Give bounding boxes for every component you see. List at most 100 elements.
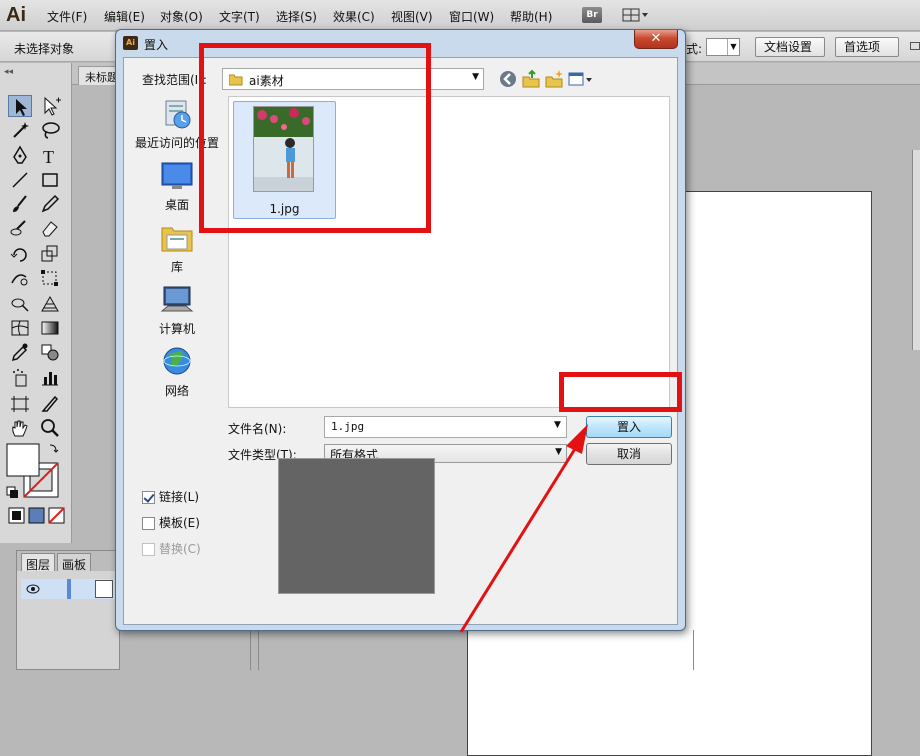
network-globe-icon <box>163 347 191 375</box>
free-transform-tool[interactable] <box>38 267 62 289</box>
magic-wand-tool[interactable] <box>8 119 32 141</box>
link-checkbox[interactable] <box>142 491 155 504</box>
place-computer[interactable]: 计算机 <box>130 284 224 342</box>
layer-thumbnail <box>95 580 113 598</box>
direct-arrow-icon <box>44 96 61 116</box>
link-label: 链接(L) <box>159 490 200 504</box>
warp-tool[interactable] <box>8 267 32 289</box>
tab-artboards[interactable]: 画板 <box>57 553 92 572</box>
selection-status: 未选择对象 <box>14 42 75 56</box>
place-network[interactable]: 网络 <box>130 346 224 404</box>
perspective-grid-tool[interactable] <box>38 293 62 315</box>
computer-icon <box>160 286 194 312</box>
gradient-icon <box>41 321 59 335</box>
blob-brush-tool[interactable] <box>8 217 32 239</box>
eyedropper-tool[interactable] <box>8 341 32 363</box>
menu-view[interactable]: 视图(V) <box>391 8 433 25</box>
document-setup-button[interactable]: 文档设置 <box>755 37 825 57</box>
preferences-button[interactable]: 首选项 <box>835 37 899 57</box>
fill-stroke-icon <box>6 443 59 498</box>
chevron-down-icon: ▼ <box>727 39 739 55</box>
pencil-tool[interactable] <box>38 193 62 215</box>
chevron-down-icon: ▼ <box>555 447 562 457</box>
column-graph-tool[interactable] <box>38 367 62 389</box>
zoom-tool[interactable] <box>38 417 62 439</box>
rectangle-tool[interactable] <box>38 169 62 191</box>
mesh-icon <box>11 320 29 336</box>
color-mode-buttons[interactable] <box>8 507 68 525</box>
highlight-box-file <box>199 43 431 233</box>
slice-tool[interactable] <box>38 393 62 415</box>
scale-tool[interactable] <box>38 243 62 265</box>
panel-collapse-icon[interactable]: ◂◂ <box>4 67 13 77</box>
pen-tool[interactable] <box>8 145 32 167</box>
gradient-tool[interactable] <box>38 317 62 339</box>
back-icon[interactable] <box>498 69 518 89</box>
tab-layers[interactable]: 图层 <box>21 553 56 572</box>
mesh-tool[interactable] <box>8 317 32 339</box>
view-menu-icon[interactable] <box>567 69 595 89</box>
type-tool[interactable]: T <box>38 145 62 167</box>
layers-panel: 图层 画板 <box>16 550 120 670</box>
menu-window[interactable]: 窗口(W) <box>449 8 494 25</box>
brush-icon <box>13 195 27 212</box>
replace-label: 替换(C) <box>159 542 201 556</box>
symbol-sprayer-tool[interactable] <box>8 367 32 389</box>
file-name-input[interactable]: 1.jpg <box>324 416 567 438</box>
highlight-box-place-button <box>559 372 682 412</box>
arrange-documents-button[interactable] <box>622 8 648 22</box>
cancel-button[interactable]: 取消 <box>586 443 672 465</box>
type-icon: T <box>43 147 54 167</box>
chevron-down-icon[interactable]: ▼ <box>554 420 561 430</box>
menu-object[interactable]: 对象(O) <box>160 8 203 25</box>
up-folder-icon[interactable] <box>521 69 541 89</box>
hand-icon <box>12 420 28 437</box>
perspective-grid-icon <box>41 295 59 312</box>
place-button[interactable]: 置入 <box>586 416 672 438</box>
line-icon <box>12 172 28 188</box>
place-label: 网络 <box>164 384 189 398</box>
style-swatch[interactable]: ▼ <box>706 38 740 56</box>
arrow-icon <box>16 99 27 116</box>
hand-tool[interactable] <box>8 417 32 439</box>
panel-menu-icon[interactable] <box>910 42 920 50</box>
bridge-button[interactable]: Br <box>582 7 602 23</box>
magnifier-icon <box>41 419 59 437</box>
menu-type[interactable]: 文字(T) <box>219 8 260 25</box>
new-folder-icon[interactable] <box>544 69 564 89</box>
symbol-sprayer-icon <box>13 369 27 387</box>
blend-tool[interactable] <box>38 341 62 363</box>
menu-file[interactable]: 文件(F) <box>47 8 87 25</box>
rotate-tool[interactable] <box>8 243 32 265</box>
menu-bar: Ai 文件(F) 编辑(E) 对象(O) 文字(T) 选择(S) 效果(C) 视… <box>0 0 920 31</box>
free-transform-icon <box>41 270 58 286</box>
place-label: 库 <box>170 260 183 274</box>
artboard-tool[interactable] <box>8 393 32 415</box>
layer-row[interactable] <box>21 579 117 599</box>
menu-edit[interactable]: 编辑(E) <box>104 8 145 25</box>
shape-builder-tool[interactable] <box>8 293 32 315</box>
collapsed-panel-dock[interactable] <box>912 150 920 350</box>
paintbrush-tool[interactable] <box>8 193 32 215</box>
template-option[interactable]: 模板(E) <box>142 514 200 532</box>
direct-selection-tool[interactable] <box>38 95 62 117</box>
eraser-tool[interactable] <box>38 217 62 239</box>
svg-text:T: T <box>43 147 54 167</box>
fill-stroke-swatches[interactable] <box>6 443 64 503</box>
rotate-icon <box>10 248 27 262</box>
menu-select[interactable]: 选择(S) <box>276 8 317 25</box>
lasso-tool[interactable] <box>38 119 62 141</box>
link-option[interactable]: 链接(L) <box>142 488 199 506</box>
line-tool[interactable] <box>8 169 32 191</box>
template-checkbox[interactable] <box>142 517 155 530</box>
eye-icon[interactable] <box>25 582 41 596</box>
template-label: 模板(E) <box>159 516 200 530</box>
eraser-icon <box>42 221 58 237</box>
style-label: 式: <box>686 42 703 56</box>
panel-divider <box>693 630 694 670</box>
tools-panel: ◂◂ T <box>0 63 72 543</box>
menu-effect[interactable]: 效果(C) <box>333 8 375 25</box>
close-button[interactable]: ✕ <box>634 30 678 49</box>
selection-tool[interactable] <box>8 95 32 117</box>
menu-help[interactable]: 帮助(H) <box>510 8 552 25</box>
